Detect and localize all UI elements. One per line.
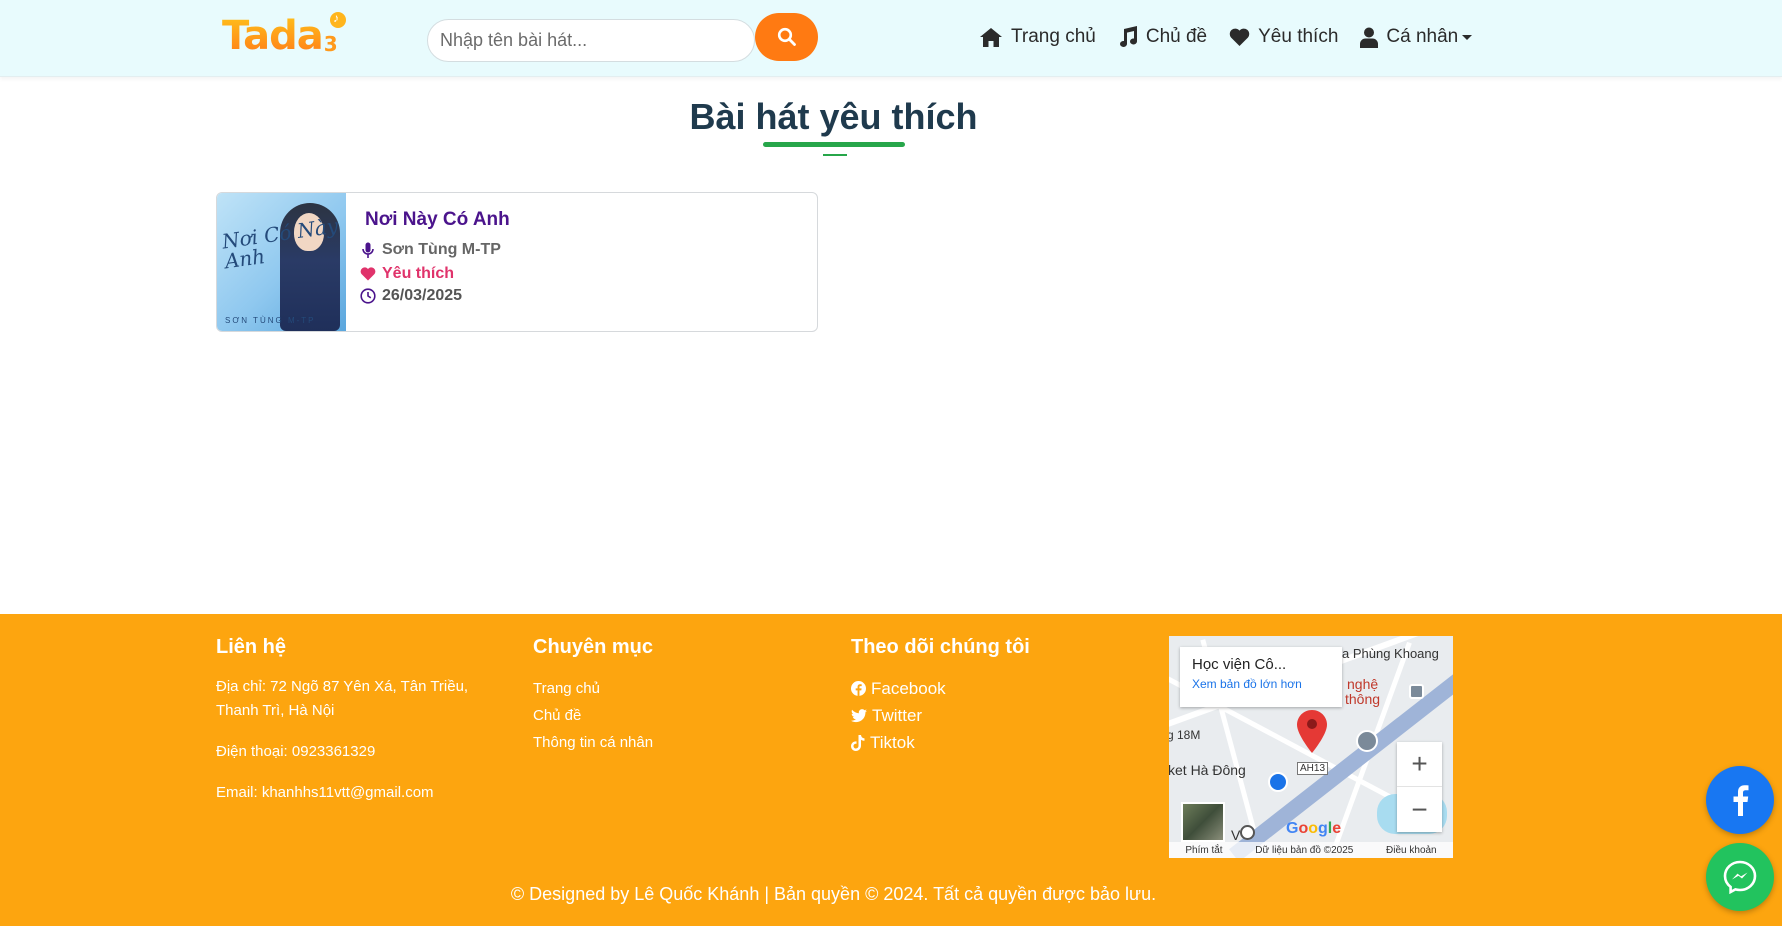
nav-profile-label: Cá nhân — [1386, 26, 1459, 47]
social-tiktok-label: Tiktok — [870, 733, 915, 752]
title-underline-small — [823, 154, 847, 156]
contact-phone: Điện thoại: 0923361329 — [216, 743, 376, 760]
heart-icon — [1229, 28, 1250, 47]
search-button[interactable] — [755, 13, 818, 61]
song-favorite-row[interactable]: Yêu thích — [360, 265, 510, 283]
facebook-float-button[interactable] — [1706, 766, 1774, 834]
page-title: Bài hát yêu thích — [689, 96, 978, 137]
social-link-twitter[interactable]: Twitter — [851, 702, 1111, 729]
title-underline — [763, 142, 905, 147]
school-icon — [1356, 730, 1378, 752]
tiktok-icon — [851, 734, 865, 751]
map-label-market: ket Hà Đông — [1169, 762, 1246, 778]
song-artist: Sơn Tùng M-TP — [382, 241, 501, 258]
map-label-v: V — [1231, 827, 1241, 843]
song-card[interactable]: Nơi Có Này Anh SƠN TÙNG M-TP Nơi Này Có … — [216, 192, 818, 332]
footer-categories: Chuyên mục Trang chủ Chủ đề Thông tin cá… — [533, 636, 793, 756]
map-zoom-controls: + − — [1397, 742, 1442, 832]
search-input[interactable] — [427, 19, 755, 62]
nav-topics[interactable]: Chủ đề — [1118, 26, 1207, 48]
music-note-icon — [330, 11, 346, 28]
chevron-down-icon — [1462, 34, 1473, 40]
zoom-out-button[interactable]: − — [1397, 787, 1442, 832]
contact-heading: Liên hệ — [216, 636, 287, 658]
nav-favorites-label: Yêu thích — [1258, 26, 1339, 47]
song-date: 26/03/2025 — [382, 287, 463, 304]
music-note-icon — [1118, 26, 1138, 48]
song-favorite-label: Yêu thích — [382, 265, 455, 282]
search-icon — [777, 27, 796, 46]
footer-contact: Liên hệ Địa chỉ: 72 Ngõ 87 Yên Xá, Tân T… — [216, 636, 486, 805]
nav-topics-label: Chủ đề — [1145, 26, 1208, 47]
map-label-ah13: AH13 — [1297, 762, 1329, 775]
shopping-cart-icon — [1268, 772, 1288, 792]
nav-home[interactable]: Trang chủ — [979, 26, 1096, 48]
transit-icon — [1409, 684, 1424, 699]
location-pin-icon — [1297, 710, 1327, 753]
map-place-title: Học viện Cô... — [1192, 656, 1287, 673]
map-view-larger-link[interactable]: Xem bản đồ lớn hơn — [1192, 677, 1330, 691]
logo-suffix: 3 — [323, 32, 338, 56]
main-nav: Trang chủ Chủ đề Yêu thích Cá nhân — [979, 22, 1494, 52]
facebook-icon — [1733, 785, 1749, 816]
user-icon — [1360, 27, 1379, 48]
social-heading: Theo dõi chúng tôi — [851, 636, 1030, 658]
map-shortcuts[interactable]: Phím tắt — [1185, 845, 1222, 856]
footer-link-topics[interactable]: Chủ đề — [533, 702, 793, 729]
map-data-notice: Dữ liệu bản đồ ©2025 — [1255, 844, 1354, 856]
footer-link-home[interactable]: Trang chủ — [533, 675, 793, 702]
nav-profile-dropdown[interactable]: Cá nhân — [1360, 26, 1473, 48]
microphone-icon — [360, 242, 376, 259]
map-terms[interactable]: Điều khoản — [1386, 845, 1437, 856]
map-attribution: Phím tắt Dữ liệu bản đồ ©2025 Điều khoản — [1169, 842, 1453, 858]
messenger-float-button[interactable] — [1706, 843, 1774, 911]
social-facebook-label: Facebook — [871, 679, 946, 698]
cover-footer: SƠN TÙNG M-TP — [225, 316, 316, 325]
contact-address: Địa chỉ: 72 Ngõ 87 Yên Xá, Tân Triều, Th… — [216, 678, 469, 719]
map-satellite-toggle[interactable] — [1181, 802, 1225, 842]
map-label-nghe: nghệ — [1347, 676, 1379, 692]
map-label-street: a Phùng Khoang — [1342, 646, 1439, 661]
footer-social: Theo dõi chúng tôi Facebook Twitter Tikt… — [851, 636, 1111, 756]
song-info: Nơi Này Có Anh Sơn Tùng M-TP Yêu thích 2… — [346, 193, 510, 331]
google-map[interactable]: Học viện Cô... Xem bản đồ lớn hơn a Phùn… — [1169, 636, 1453, 858]
home-icon — [979, 27, 1003, 48]
categories-heading: Chuyên mục — [533, 636, 654, 658]
nav-home-label: Trang chủ — [1011, 26, 1096, 47]
copyright: © Designed by Lê Quốc Khánh | Bản quyền … — [510, 884, 1157, 904]
header: Tada 3 Trang chủ Chủ đề Yêu thích — [0, 0, 1782, 77]
zoom-in-button[interactable]: + — [1397, 742, 1442, 787]
footer: Liên hệ Địa chỉ: 72 Ngõ 87 Yên Xá, Tân T… — [0, 614, 1782, 926]
map-label-thong: thông — [1345, 691, 1381, 707]
nav-favorites[interactable]: Yêu thích — [1229, 26, 1338, 48]
messenger-icon — [1723, 860, 1757, 894]
google-logo: Google — [1286, 820, 1342, 837]
social-link-facebook[interactable]: Facebook — [851, 675, 1111, 702]
map-info-card: Học viện Cô... Xem bản đồ lớn hơn — [1180, 647, 1342, 707]
twitter-icon — [851, 708, 867, 723]
social-twitter-label: Twitter — [872, 706, 923, 725]
site-logo[interactable]: Tada 3 — [222, 11, 346, 62]
clock-icon — [360, 288, 376, 304]
social-link-tiktok[interactable]: Tiktok — [851, 729, 1111, 756]
metro-icon — [1240, 825, 1255, 840]
facebook-icon — [851, 681, 866, 696]
map-label-18m: g 18M — [1169, 728, 1201, 742]
logo-text: Tada — [222, 13, 324, 59]
song-artist-row: Sơn Tùng M-TP — [360, 241, 510, 259]
footer-link-profile[interactable]: Thông tin cá nhân — [533, 729, 793, 756]
song-title[interactable]: Nơi Này Có Anh — [365, 209, 510, 231]
contact-email: Email: khanhhs11vtt@gmail.com — [216, 784, 434, 801]
song-date-row: 26/03/2025 — [360, 287, 510, 305]
song-cover[interactable]: Nơi Có Này Anh SƠN TÙNG M-TP — [217, 193, 346, 331]
heart-icon — [360, 267, 376, 281]
